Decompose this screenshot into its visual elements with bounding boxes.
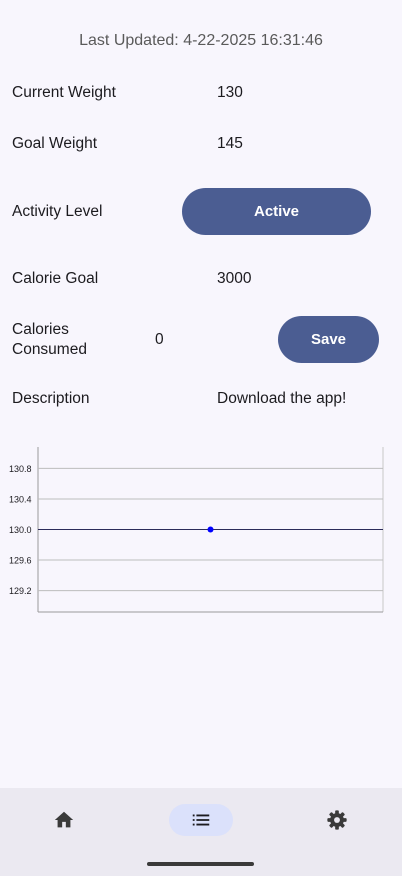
chart-y-tick-label: 130.8: [9, 464, 32, 474]
activity-level-button[interactable]: Active: [182, 188, 371, 235]
nav-item-settings[interactable]: [305, 804, 369, 836]
nav-item-home[interactable]: [32, 804, 96, 836]
nav-item-list[interactable]: [169, 804, 233, 836]
calorie-goal-value[interactable]: 3000: [217, 270, 251, 288]
weight-chart: 130.8 130.4 130.0 129.6 129.2: [9, 447, 384, 613]
gesture-handle: [147, 862, 254, 866]
current-weight-value[interactable]: 130: [217, 84, 243, 102]
chart-y-tick-label: 129.2: [9, 586, 32, 596]
home-icon: [54, 811, 74, 828]
last-updated-text: Last Updated: 4-22-2025 16:31:46: [79, 32, 323, 49]
calories-consumed-label: Calories Consumed: [12, 320, 87, 360]
list-icon: [192, 814, 210, 826]
gear-icon: [327, 810, 347, 830]
chart-y-tick-label: 130.0: [9, 525, 32, 535]
chart-y-tick-label: 129.6: [9, 556, 32, 566]
chart-data-point: [207, 526, 214, 533]
chart-y-tick-label: 130.4: [9, 494, 32, 504]
description-label: Description: [12, 390, 90, 407]
calories-consumed-label-line1: Calories: [12, 321, 69, 338]
calories-consumed-label-line2: Consumed: [12, 341, 87, 358]
current-weight-label: Current Weight: [12, 84, 116, 101]
description-value[interactable]: Download the app!: [217, 390, 346, 408]
goal-weight-value[interactable]: 145: [217, 135, 243, 153]
calories-consumed-value[interactable]: 0: [155, 331, 164, 349]
activity-level-label: Activity Level: [12, 203, 103, 220]
calorie-goal-label: Calorie Goal: [12, 270, 99, 287]
save-button[interactable]: Save: [278, 316, 379, 363]
goal-weight-label: Goal Weight: [12, 135, 98, 152]
